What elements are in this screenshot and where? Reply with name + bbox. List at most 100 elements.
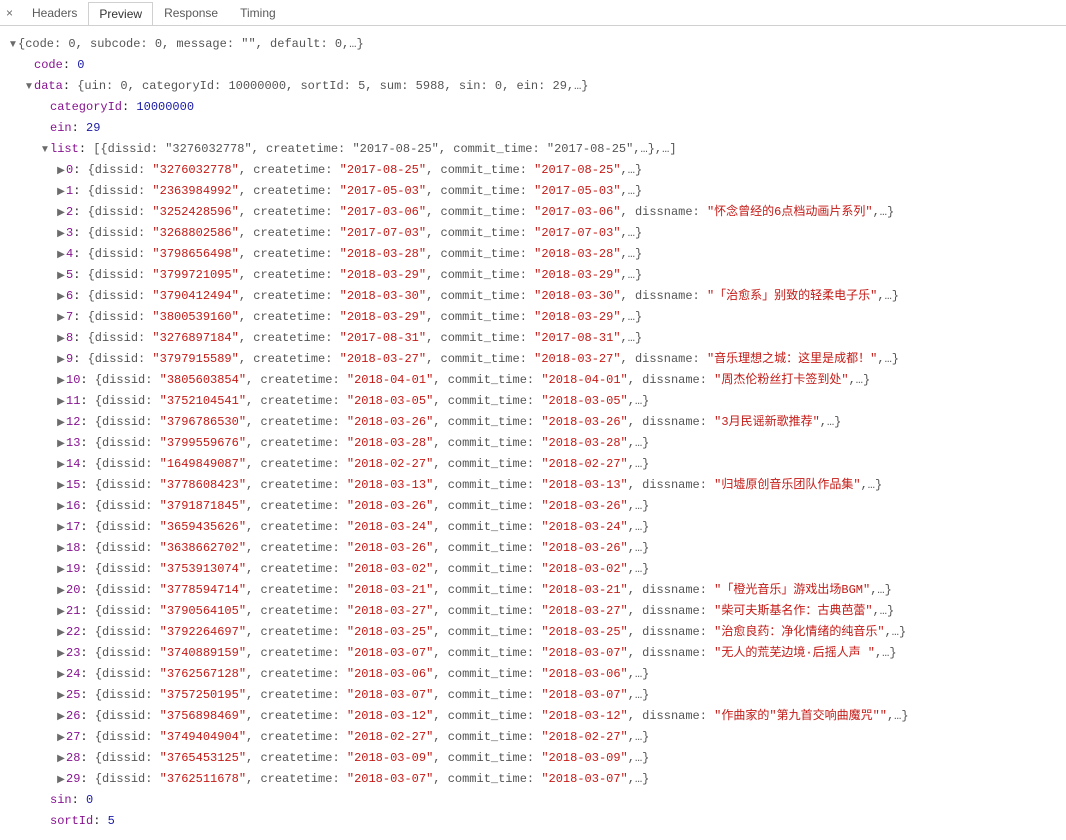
disclosure-triangle-icon[interactable]: ▶ bbox=[56, 392, 66, 412]
tree-row[interactable]: ▶24: {dissid: "3762567128", createtime: … bbox=[8, 664, 1062, 685]
list-item-summary: 6: {dissid: "3790412494", createtime: "2… bbox=[66, 286, 899, 306]
tree-row-categoryid[interactable]: ▶ categoryId: 10000000 bbox=[8, 97, 1062, 118]
tree-row-ein[interactable]: ▶ ein: 29 bbox=[8, 118, 1062, 139]
key-categoryid: categoryId bbox=[50, 100, 122, 114]
disclosure-triangle-icon[interactable]: ▶ bbox=[56, 287, 66, 307]
tree-row[interactable]: ▶5: {dissid: "3799721095", createtime: "… bbox=[8, 265, 1062, 286]
disclosure-triangle-icon[interactable]: ▶ bbox=[56, 161, 66, 181]
tree-row[interactable]: ▶27: {dissid: "3749404904", createtime: … bbox=[8, 727, 1062, 748]
disclosure-triangle-icon[interactable]: ▶ bbox=[56, 308, 66, 328]
tree-row-code[interactable]: ▶ code: 0 bbox=[8, 55, 1062, 76]
tree-row[interactable]: ▶0: {dissid: "3276032778", createtime: "… bbox=[8, 160, 1062, 181]
list-item-summary: 16: {dissid: "3791871845", createtime: "… bbox=[66, 496, 649, 516]
disclosure-triangle-icon[interactable]: ▶ bbox=[56, 266, 66, 286]
tree-row[interactable]: ▶4: {dissid: "3798656498", createtime: "… bbox=[8, 244, 1062, 265]
tab-response[interactable]: Response bbox=[153, 1, 229, 24]
list-item-summary: 13: {dissid: "3799559676", createtime: "… bbox=[66, 433, 649, 453]
tree-row[interactable]: ▶7: {dissid: "3800539160", createtime: "… bbox=[8, 307, 1062, 328]
key-ein: ein bbox=[50, 121, 72, 135]
disclosure-triangle-icon[interactable]: ▶ bbox=[56, 686, 66, 706]
tree-row[interactable]: ▶9: {dissid: "3797915589", createtime: "… bbox=[8, 349, 1062, 370]
disclosure-triangle-icon[interactable]: ▶ bbox=[56, 182, 66, 202]
list-item-summary: 23: {dissid: "3740889159", createtime: "… bbox=[66, 643, 897, 663]
tree-row[interactable]: ▶14: {dissid: "1649849087", createtime: … bbox=[8, 454, 1062, 475]
disclosure-triangle-icon[interactable]: ▶ bbox=[56, 203, 66, 223]
disclosure-triangle-icon[interactable]: ▶ bbox=[56, 245, 66, 265]
disclosure-triangle-icon[interactable]: ▶ bbox=[56, 602, 66, 622]
key-data: data bbox=[34, 79, 63, 93]
disclosure-triangle-icon[interactable]: ▶ bbox=[56, 560, 66, 580]
tree-row[interactable]: ▶3: {dissid: "3268802586", createtime: "… bbox=[8, 223, 1062, 244]
tree-row-list[interactable]: ▼ list: [{dissid: "3276032778", createti… bbox=[8, 139, 1062, 160]
disclosure-triangle-icon[interactable]: ▶ bbox=[56, 518, 66, 538]
disclosure-triangle-icon[interactable]: ▶ bbox=[56, 476, 66, 496]
list-item-summary: 3: {dissid: "3268802586", createtime: "2… bbox=[66, 223, 642, 243]
tree-row[interactable]: ▶18: {dissid: "3638662702", createtime: … bbox=[8, 538, 1062, 559]
disclosure-triangle-icon[interactable]: ▶ bbox=[56, 539, 66, 559]
disclosure-triangle-icon[interactable]: ▼ bbox=[40, 140, 50, 160]
tree-row[interactable]: ▶11: {dissid: "3752104541", createtime: … bbox=[8, 391, 1062, 412]
json-tree: ▼ {code: 0, subcode: 0, message: "", def… bbox=[0, 26, 1066, 840]
val-categoryid: 10000000 bbox=[136, 100, 194, 114]
disclosure-triangle-icon[interactable]: ▶ bbox=[56, 371, 66, 391]
disclosure-triangle-icon[interactable]: ▶ bbox=[56, 329, 66, 349]
disclosure-triangle-icon[interactable]: ▶ bbox=[56, 770, 66, 790]
tree-row[interactable]: ▶21: {dissid: "3790564105", createtime: … bbox=[8, 601, 1062, 622]
tree-row[interactable]: ▶15: {dissid: "3778608423", createtime: … bbox=[8, 475, 1062, 496]
disclosure-triangle-icon[interactable]: ▶ bbox=[56, 350, 66, 370]
tree-row[interactable]: ▶20: {dissid: "3778594714", createtime: … bbox=[8, 580, 1062, 601]
tab-headers[interactable]: Headers bbox=[21, 1, 88, 24]
disclosure-triangle-icon[interactable]: ▶ bbox=[56, 434, 66, 454]
tree-row[interactable]: ▶6: {dissid: "3790412494", createtime: "… bbox=[8, 286, 1062, 307]
list-item-summary: 4: {dissid: "3798656498", createtime: "2… bbox=[66, 244, 642, 264]
tree-row[interactable]: ▶8: {dissid: "3276897184", createtime: "… bbox=[8, 328, 1062, 349]
list-item-summary: 27: {dissid: "3749404904", createtime: "… bbox=[66, 727, 649, 747]
tree-row[interactable]: ▶28: {dissid: "3765453125", createtime: … bbox=[8, 748, 1062, 769]
tree-row[interactable]: ▶26: {dissid: "3756898469", createtime: … bbox=[8, 706, 1062, 727]
disclosure-triangle-icon[interactable]: ▶ bbox=[56, 749, 66, 769]
val-code: 0 bbox=[77, 58, 84, 72]
list-item-summary: 0: {dissid: "3276032778", createtime: "2… bbox=[66, 160, 642, 180]
disclosure-triangle-icon[interactable]: ▶ bbox=[56, 623, 66, 643]
disclosure-triangle-icon[interactable]: ▶ bbox=[56, 455, 66, 475]
list-item-summary: 17: {dissid: "3659435626", createtime: "… bbox=[66, 517, 649, 537]
disclosure-triangle-icon[interactable]: ▶ bbox=[56, 581, 66, 601]
list-item-summary: 21: {dissid: "3790564105", createtime: "… bbox=[66, 601, 894, 621]
root-summary: {code: 0, subcode: 0, message: "", defau… bbox=[18, 34, 364, 54]
tree-row[interactable]: ▶29: {dissid: "3762511678", createtime: … bbox=[8, 769, 1062, 790]
val-sin: 0 bbox=[86, 793, 93, 807]
disclosure-triangle-icon[interactable]: ▼ bbox=[24, 77, 34, 97]
key-code: code bbox=[34, 58, 63, 72]
data-summary: {uin: 0, categoryId: 10000000, sortId: 5… bbox=[77, 79, 588, 93]
disclosure-triangle-icon[interactable]: ▶ bbox=[56, 707, 66, 727]
tree-row-root[interactable]: ▼ {code: 0, subcode: 0, message: "", def… bbox=[8, 34, 1062, 55]
tree-row[interactable]: ▶2: {dissid: "3252428596", createtime: "… bbox=[8, 202, 1062, 223]
disclosure-triangle-icon[interactable]: ▶ bbox=[56, 644, 66, 664]
tree-row[interactable]: ▶13: {dissid: "3799559676", createtime: … bbox=[8, 433, 1062, 454]
disclosure-triangle-icon[interactable]: ▼ bbox=[8, 35, 18, 55]
tree-row[interactable]: ▶16: {dissid: "3791871845", createtime: … bbox=[8, 496, 1062, 517]
list-item-summary: 10: {dissid: "3805603854", createtime: "… bbox=[66, 370, 870, 390]
tab-timing[interactable]: Timing bbox=[229, 1, 287, 24]
tree-row[interactable]: ▶12: {dissid: "3796786530", createtime: … bbox=[8, 412, 1062, 433]
tree-row-sin[interactable]: ▶ sin: 0 bbox=[8, 790, 1062, 811]
disclosure-triangle-icon[interactable]: ▶ bbox=[56, 665, 66, 685]
disclosure-triangle-icon[interactable]: ▶ bbox=[56, 413, 66, 433]
disclosure-triangle-icon[interactable]: ▶ bbox=[56, 224, 66, 244]
close-icon[interactable]: × bbox=[4, 6, 21, 20]
tree-row-data[interactable]: ▼ data: {uin: 0, categoryId: 10000000, s… bbox=[8, 76, 1062, 97]
tree-row-sortid[interactable]: ▶ sortId: 5 bbox=[8, 811, 1062, 832]
tab-preview[interactable]: Preview bbox=[88, 2, 153, 25]
tree-row[interactable]: ▶17: {dissid: "3659435626", createtime: … bbox=[8, 517, 1062, 538]
tree-row[interactable]: ▶1: {dissid: "2363984992", createtime: "… bbox=[8, 181, 1062, 202]
tree-row[interactable]: ▶10: {dissid: "3805603854", createtime: … bbox=[8, 370, 1062, 391]
disclosure-triangle-icon[interactable]: ▶ bbox=[56, 728, 66, 748]
key-sortid: sortId bbox=[50, 814, 93, 828]
tree-row[interactable]: ▶25: {dissid: "3757250195", createtime: … bbox=[8, 685, 1062, 706]
key-sin: sin bbox=[50, 793, 72, 807]
disclosure-triangle-icon[interactable]: ▶ bbox=[56, 497, 66, 517]
tree-row[interactable]: ▶19: {dissid: "3753913074", createtime: … bbox=[8, 559, 1062, 580]
tree-row[interactable]: ▶23: {dissid: "3740889159", createtime: … bbox=[8, 643, 1062, 664]
list-item-summary: 2: {dissid: "3252428596", createtime: "2… bbox=[66, 202, 894, 222]
tree-row[interactable]: ▶22: {dissid: "3792264697", createtime: … bbox=[8, 622, 1062, 643]
